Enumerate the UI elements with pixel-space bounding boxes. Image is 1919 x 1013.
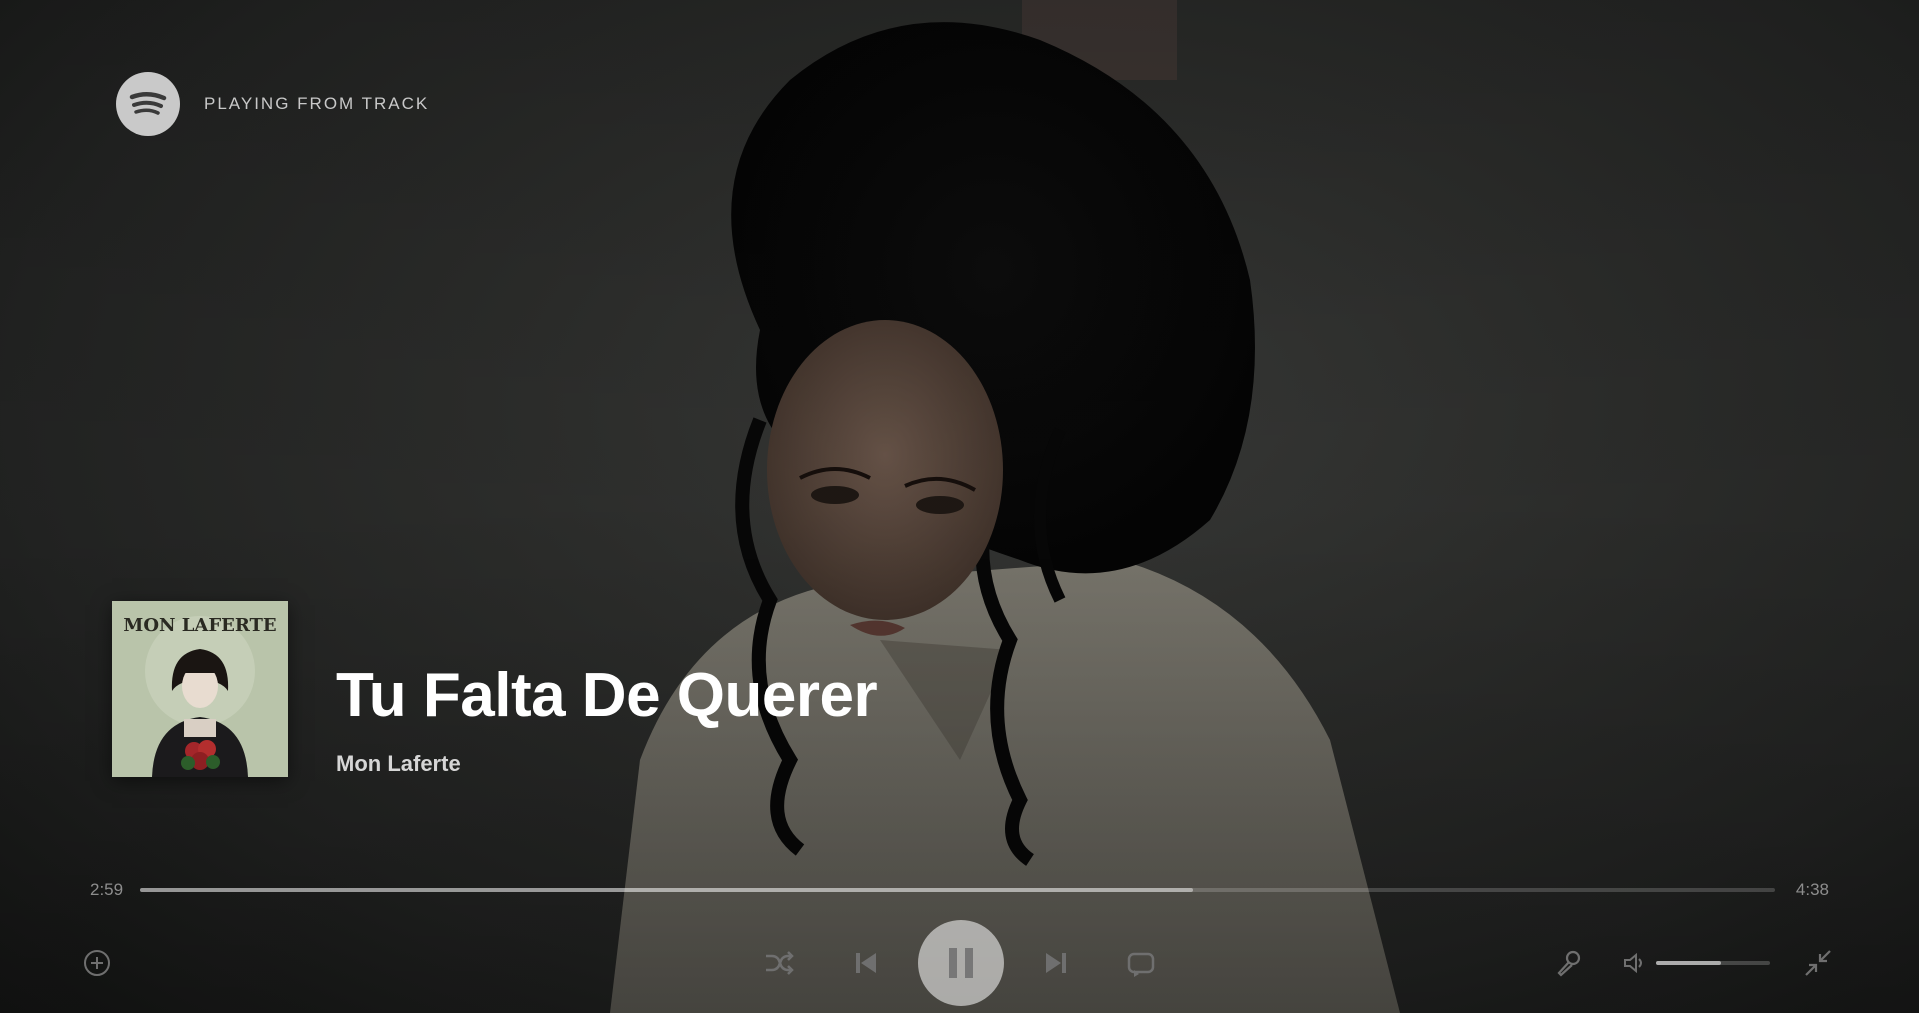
track-artist[interactable]: Mon Laferte	[336, 751, 877, 777]
playing-context-label[interactable]: PLAYING FROM TRACK	[204, 94, 429, 114]
track-title[interactable]: Tu Falta De Querer	[336, 665, 878, 727]
progress-bar[interactable]	[140, 888, 1775, 892]
pause-button[interactable]	[918, 920, 1004, 1006]
shuffle-icon[interactable]	[762, 947, 796, 979]
spotify-logo-icon[interactable]	[116, 72, 180, 136]
skip-next-icon[interactable]	[1040, 947, 1072, 979]
album-cover-image[interactable]: MON LAFERTE	[112, 601, 288, 777]
player-header: PLAYING FROM TRACK	[116, 72, 429, 136]
duration-time: 4:38	[1795, 880, 1829, 899]
add-circle-icon[interactable]	[82, 948, 112, 978]
background-overlay	[0, 0, 1919, 1013]
volume-slider-fill	[1656, 961, 1721, 965]
repeat-icon[interactable]	[1124, 947, 1158, 979]
microphone-icon[interactable]	[1553, 947, 1585, 979]
pause-icon	[949, 948, 973, 978]
svg-text:MON LAFERTE: MON LAFERTE	[123, 615, 276, 636]
playback-controls	[0, 920, 1919, 1006]
skip-previous-icon[interactable]	[850, 947, 882, 979]
volume-icon[interactable]	[1620, 950, 1648, 976]
minimize-fullscreen-icon[interactable]	[1802, 947, 1834, 979]
now-playing-info: MON LAFERTE Tu Falta De Querer Mon Lafer…	[112, 601, 878, 777]
track-meta: Tu Falta De Querer Mon Laferte	[336, 665, 878, 777]
progress-row: 2:59 4:38	[90, 880, 1829, 900]
progress-bar-fill	[140, 888, 1193, 892]
elapsed-time: 2:59	[90, 880, 124, 899]
volume-slider[interactable]	[1656, 961, 1770, 965]
fullscreen-player: PLAYING FROM TRACK MON LAFERTE Tu Falta …	[0, 0, 1919, 1013]
